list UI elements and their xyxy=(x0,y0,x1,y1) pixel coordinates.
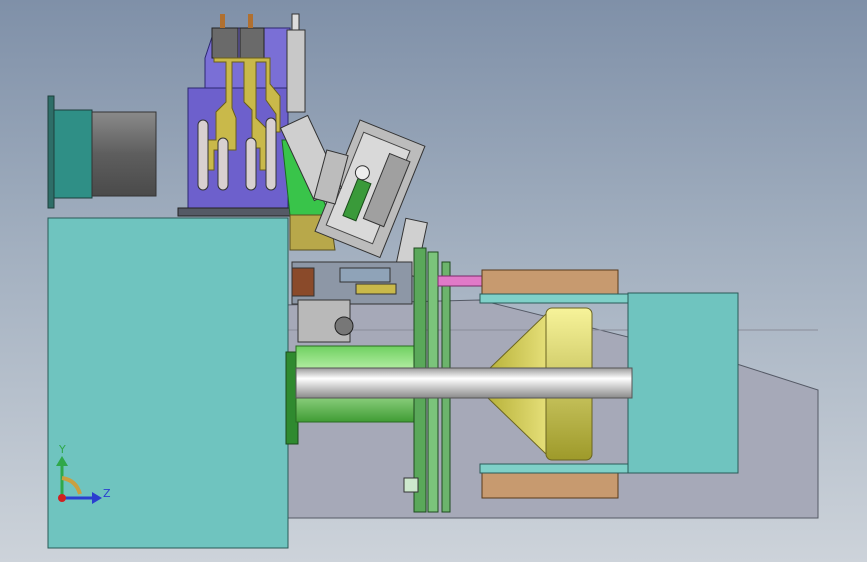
cad-viewport[interactable]: Y Z xyxy=(0,0,867,562)
lower-stub xyxy=(403,477,419,493)
slot-3 xyxy=(245,137,257,191)
pink-rod xyxy=(437,275,489,287)
frame-base-plate xyxy=(177,207,291,217)
motor-flange xyxy=(47,95,55,209)
copper-block-top xyxy=(481,269,619,297)
main-shaft xyxy=(295,367,633,399)
slide-column xyxy=(286,29,306,113)
slot-2 xyxy=(217,137,229,191)
rod-left xyxy=(220,14,225,28)
right-teal-block xyxy=(627,292,739,474)
brown-plate xyxy=(291,267,315,297)
bracket-top-right xyxy=(239,27,265,59)
teal-rail-bottom xyxy=(479,463,631,474)
motor-body xyxy=(91,111,157,197)
teal-rail-top xyxy=(479,293,631,304)
knob xyxy=(334,316,354,336)
cad-assembly-drawing: Y Z xyxy=(47,13,819,549)
mech-yellow-part xyxy=(355,283,397,295)
mech-teal-part xyxy=(339,267,391,283)
axis-label-y: Y xyxy=(58,443,66,456)
slot-4 xyxy=(265,117,277,191)
motor-end-cap xyxy=(53,109,93,199)
rod-right xyxy=(248,14,253,28)
slide-column-tip xyxy=(291,13,300,31)
axis-label-z: Z xyxy=(103,487,111,500)
slot-1 xyxy=(197,119,209,191)
copper-block-bottom xyxy=(481,471,619,499)
bracket-top-left xyxy=(211,27,239,59)
